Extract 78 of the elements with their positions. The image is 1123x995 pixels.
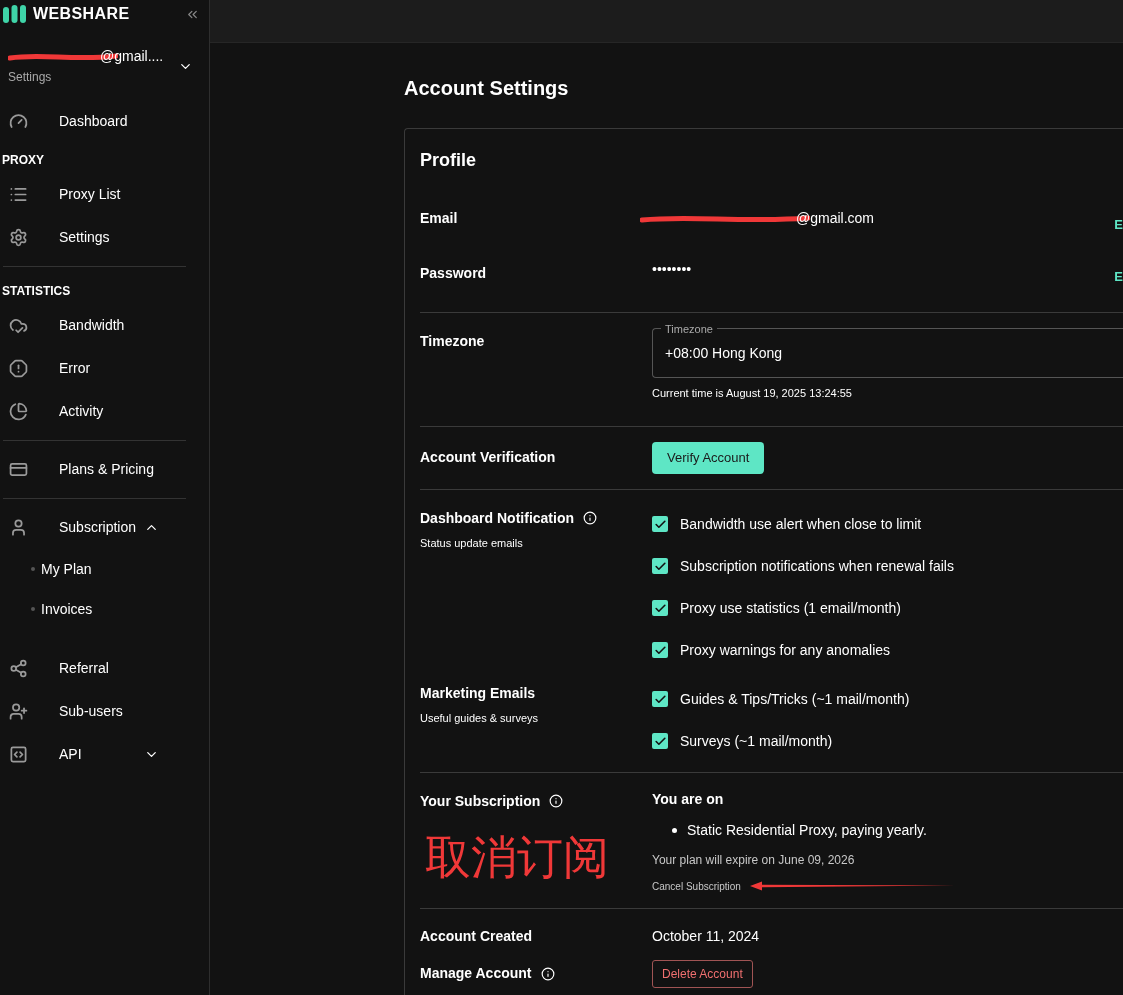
check-icon (653, 559, 667, 573)
section-heading: PROXY (1, 152, 45, 169)
email-value: @gmail.com (796, 209, 874, 228)
field-label: Account Verification (420, 448, 556, 467)
field-label: Account Created (420, 926, 533, 946)
field-label: Dashboard Notification (420, 508, 574, 528)
person-icon (9, 518, 28, 537)
checkbox[interactable] (652, 691, 668, 707)
nav-item[interactable]: Error (0, 347, 189, 390)
bullet-icon (672, 827, 677, 833)
sub-nav-item[interactable]: My Plan (0, 549, 189, 589)
checkbox-label: Bandwidth use alert when close to limit (680, 514, 922, 534)
logo-icon (3, 5, 27, 23)
sub-nav-item[interactable]: Invoices (0, 589, 189, 629)
person-plus-icon (9, 702, 28, 721)
check-icon (653, 643, 667, 657)
field-subtitle: Status update emails (420, 535, 524, 551)
edit-link[interactable]: E (1114, 266, 1123, 286)
field-label: Marketing Emails (420, 683, 536, 703)
verify-account-button[interactable]: Verify Account (652, 441, 765, 474)
account-switcher[interactable]: @gmail.... Settings (0, 28, 189, 100)
checkbox-label: Guides & Tips/Tricks (~1 mail/month) (680, 689, 910, 709)
nav-item[interactable]: Referral (0, 647, 189, 690)
info-icon (549, 794, 564, 808)
alert-icon (9, 359, 28, 378)
check-icon (653, 692, 667, 706)
nav-item[interactable]: Proxy List (0, 173, 189, 216)
password-value: •••••••• (652, 259, 693, 279)
subscription-heading: You are on (652, 789, 725, 809)
expiry-text: Your plan will expire on June 09, 2026 (652, 851, 856, 869)
field-label: Password (420, 263, 487, 283)
checkbox-label: Surveys (~1 mail/month) (680, 731, 833, 751)
nav-item[interactable]: Sub-users (0, 690, 189, 733)
checkbox[interactable] (652, 558, 668, 574)
plan-text: Static Residential Proxy, paying yearly. (687, 820, 927, 840)
nav-item[interactable]: Dashboard (0, 100, 189, 143)
account-role: Settings (8, 69, 53, 86)
nav-item[interactable]: Activity (0, 390, 189, 433)
list-icon (9, 185, 28, 204)
code-icon (9, 745, 28, 764)
checkbox[interactable] (652, 642, 668, 658)
annotation-text: 取消订阅 (425, 833, 610, 880)
pie-chart-icon (9, 402, 28, 421)
card-icon (9, 460, 28, 479)
field-label: Timezone (420, 332, 485, 351)
nav-item[interactable]: Settings (0, 216, 189, 259)
nav-item[interactable]: API (0, 733, 189, 776)
nav-item[interactable]: Subscription (0, 506, 189, 549)
share-icon (9, 659, 28, 678)
checkbox-label: Subscription notifications when renewal fails (680, 556, 954, 576)
card-title: Profile (420, 149, 477, 172)
nav-item[interactable]: Plans & Pricing (0, 448, 189, 491)
field-subtitle: Useful guides & surveys (420, 710, 539, 726)
checkbox[interactable] (652, 600, 668, 616)
field-label: Manage Account (420, 964, 532, 983)
section-heading: STATISTICS (1, 283, 72, 300)
check-icon (653, 517, 667, 531)
gauge-icon (9, 112, 28, 131)
checkbox-label: Proxy use statistics (1 email/month) (680, 598, 901, 618)
cancel-subscription-link[interactable]: Cancel Subscription (652, 878, 741, 894)
check-icon (653, 734, 667, 748)
field-label: Your Subscription (420, 791, 541, 811)
logo-text: WEBSHARE (33, 4, 130, 24)
current-time: Current time is August 19, 2025 13:24:55 (652, 386, 853, 401)
nav-item[interactable]: Bandwidth (0, 304, 189, 347)
page-title: Account Settings (404, 76, 570, 101)
cloud-check-icon (9, 316, 28, 335)
check-icon (653, 601, 667, 615)
field-label: Email (420, 209, 458, 228)
gear-icon (9, 228, 28, 247)
edit-link[interactable]: E (1114, 215, 1123, 235)
account-email: @gmail.... (100, 47, 164, 66)
delete-account-button[interactable]: Delete Account (652, 959, 753, 988)
info-icon (540, 966, 555, 981)
checkbox[interactable] (652, 733, 668, 749)
checkbox[interactable] (652, 516, 668, 532)
checkbox-label: Proxy warnings for any anomalies (680, 640, 891, 660)
created-date: October 11, 2024 (652, 926, 760, 946)
